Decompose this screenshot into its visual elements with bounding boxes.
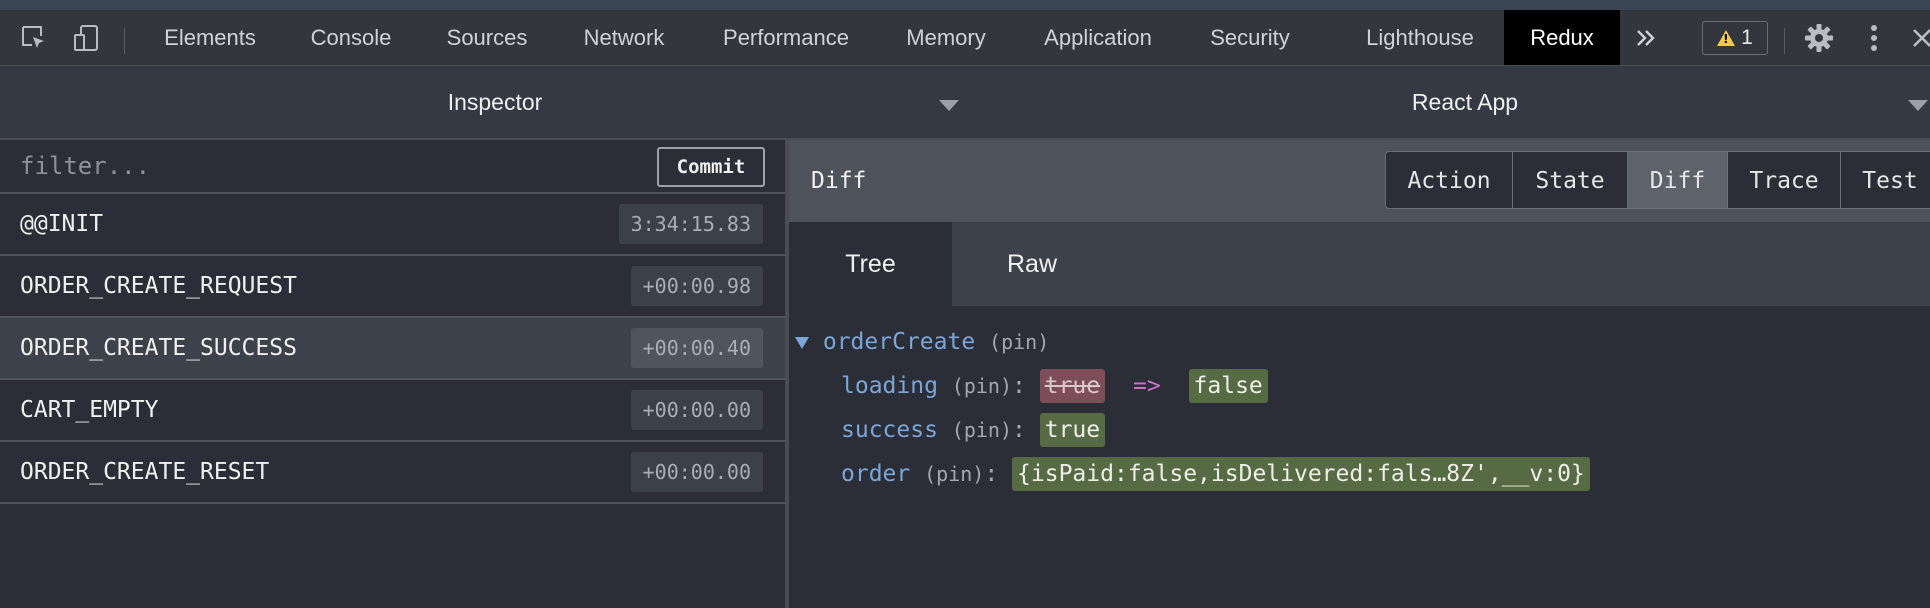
gear-icon[interactable] [1800, 10, 1838, 65]
inspector-bar: Inspector React App [0, 66, 1930, 140]
tree-key: order [841, 461, 911, 487]
device-toolbar-icon[interactable] [66, 10, 106, 65]
colon: : [1012, 417, 1026, 443]
close-icon[interactable] [1908, 10, 1930, 65]
old-value: true [1039, 369, 1106, 403]
tab-application[interactable]: Application [1022, 10, 1174, 65]
tab-performance[interactable]: Performance [702, 10, 870, 65]
kebab-menu-icon[interactable] [1856, 10, 1892, 65]
pin-link[interactable]: (pin) [989, 330, 1049, 354]
colon: : [1012, 373, 1026, 399]
action-time: +00:00.00 [630, 390, 763, 430]
tab-security[interactable]: Security [1190, 10, 1310, 65]
trace-button[interactable]: Trace [1727, 151, 1841, 209]
pin-link[interactable]: (pin) [952, 418, 1012, 442]
warnings-badge[interactable]: 1 [1702, 21, 1768, 55]
commit-button[interactable]: Commit [657, 147, 765, 187]
tree-key: loading [841, 373, 938, 399]
action-name: CART_EMPTY [20, 397, 159, 423]
action-item[interactable]: CART_EMPTY +00:00.00 [0, 380, 785, 442]
tab-redux[interactable]: Redux [1504, 10, 1620, 65]
devtools-tab-bar: Elements Console Sources Network Perform… [0, 10, 1930, 66]
tree-node-root[interactable]: orderCreate (pin) [795, 322, 1049, 362]
tab-memory[interactable]: Memory [886, 10, 1006, 65]
action-item[interactable]: @@INIT 3:34:15.83 [0, 194, 785, 256]
tree-node: order (pin): {isPaid:false,isDelivered:f… [841, 454, 1590, 494]
action-button[interactable]: Action [1385, 151, 1513, 209]
tree-node: loading (pin): true => false [841, 366, 1268, 406]
action-time: +00:00.40 [630, 328, 763, 368]
tab-tree[interactable]: Tree [789, 222, 952, 306]
action-name: @@INIT [20, 211, 104, 237]
action-item-selected[interactable]: ORDER_CREATE_SUCCESS +00:00.40 [0, 318, 785, 380]
monitor-panel: Diff Action State Diff Trace Test Tree R… [789, 140, 1930, 608]
action-time: 3:34:15.83 [618, 204, 763, 244]
colon: : [984, 461, 999, 487]
toolbar-divider [1784, 28, 1785, 54]
diff-arrow: => [1132, 373, 1161, 399]
tab-lighthouse[interactable]: Lighthouse [1340, 10, 1500, 65]
pin-link[interactable]: (pin) [952, 374, 1012, 398]
inspector-dropdown[interactable]: Inspector [0, 66, 990, 138]
tab-sources[interactable]: Sources [428, 10, 546, 65]
monitor-header: Diff Action State Diff Trace Test [789, 140, 1930, 222]
action-time: +00:00.98 [630, 266, 763, 306]
chevron-down-icon[interactable] [1908, 100, 1928, 111]
action-item[interactable]: ORDER_CREATE_REQUEST +00:00.98 [0, 256, 785, 318]
expand-triangle-icon[interactable] [795, 336, 809, 349]
filter-input[interactable]: filter... [20, 140, 150, 192]
action-name: ORDER_CREATE_SUCCESS [20, 335, 297, 361]
filter-row: filter... Commit [0, 140, 785, 194]
new-value: true [1039, 413, 1106, 447]
action-time: +00:00.00 [630, 452, 763, 492]
state-button[interactable]: State [1512, 151, 1628, 209]
warning-count: 1 [1741, 26, 1753, 49]
instance-dropdown[interactable]: React App [990, 66, 1930, 138]
tree-key: orderCreate [822, 329, 976, 355]
new-value: {isPaid:false,isDelivered:fals…8Z',__v:0… [1012, 457, 1590, 491]
tab-elements[interactable]: Elements [140, 10, 280, 65]
warning-icon [1717, 30, 1736, 46]
inspect-element-icon[interactable] [14, 10, 54, 65]
new-value: false [1188, 369, 1268, 403]
more-tabs-icon[interactable] [1630, 10, 1662, 65]
tree-key: success [841, 417, 938, 443]
test-button[interactable]: Test [1840, 151, 1930, 209]
pin-link[interactable]: (pin) [924, 462, 984, 486]
action-item[interactable]: ORDER_CREATE_RESET +00:00.00 [0, 442, 785, 504]
tree-node: success (pin): true [841, 410, 1106, 450]
tab-raw[interactable]: Raw [952, 222, 1112, 306]
tab-network[interactable]: Network [560, 10, 688, 65]
chevron-down-icon[interactable] [939, 100, 959, 111]
diff-button[interactable]: Diff [1627, 151, 1728, 209]
action-name: ORDER_CREATE_REQUEST [20, 273, 297, 299]
action-list-panel: filter... Commit @@INIT 3:34:15.83 ORDER… [0, 140, 789, 608]
window-top-strip [0, 0, 1930, 10]
view-tabs: Tree Raw [789, 222, 1930, 306]
monitor-title: Diff [811, 168, 867, 194]
tab-console[interactable]: Console [288, 10, 414, 65]
toolbar-divider [124, 28, 125, 54]
action-name: ORDER_CREATE_RESET [20, 459, 270, 485]
